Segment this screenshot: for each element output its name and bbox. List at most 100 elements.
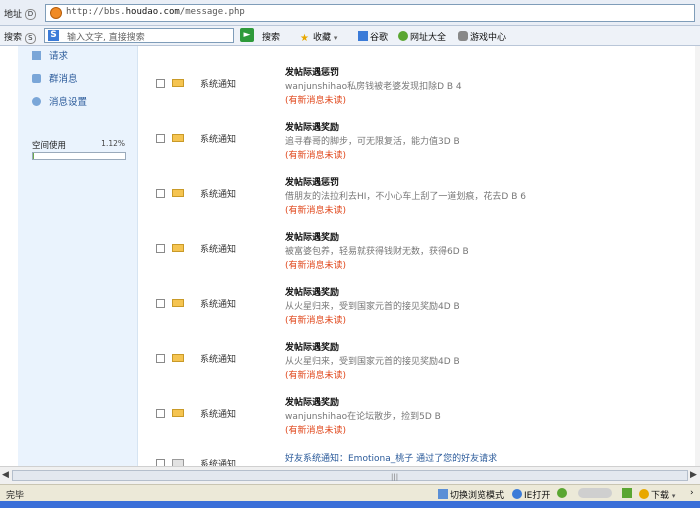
ie-icon [512,489,522,499]
games-link[interactable]: 游戏中心 [458,30,506,43]
message-title[interactable]: 发帖际遇惩罚 [285,175,339,188]
message-checkbox[interactable] [156,134,165,143]
message-type: 系统通知 [200,80,237,90]
sites-label: 网址大全 [410,33,447,43]
message-title[interactable]: 发帖际遇奖励 [285,395,339,408]
message-type: 系统通知 [200,245,237,255]
search-placeholder: 输入文字, 直接搜索 [67,33,145,43]
status-bar: 完毕 切换浏览模式 IE打开 下载 ▾ › [0,484,700,501]
toggle-switch-icon [578,488,612,498]
picture-icon [622,488,632,498]
search-label: 搜索 S [4,30,36,44]
security-icon[interactable] [557,488,569,500]
download-label: 下载 [651,491,670,501]
url-path: /message.php [179,7,245,17]
url-text[interactable]: http://bbs.houdao.com/message.php [66,7,245,17]
message-type: 系统通知 [200,300,237,310]
message-row: 系统通知 发帖际遇奖励 wanjunshihao在论坛散步，捡到5D B (有新… [138,398,700,456]
site-favicon-icon [50,7,62,19]
message-title[interactable]: 发帖际遇奖励 [285,230,339,243]
space-usage-bar [32,152,126,160]
favorites-label: 收藏 [313,33,332,43]
address-label-text: 地址 [4,10,23,20]
sidebar-item-message-settings[interactable]: 消息设置 [32,94,87,108]
message-body: 追寻春哥的脚步，可无限复活，能力值3D B [285,137,460,147]
address-label: 地址 D [4,7,36,20]
chat-icon [32,74,41,83]
more-icon[interactable]: › [690,488,694,498]
search-engine-icon: S [48,30,59,41]
toggle-icon[interactable] [578,488,614,500]
message-row: 系统通知 发帖际遇奖励 从火星归来，受到国家元首的接见奖励4D B (有新消息未… [138,343,700,401]
sidebar-item-group-messages[interactable]: 群消息 [32,71,78,85]
sidebar-item-requests[interactable]: 请求 [32,48,68,62]
search-input[interactable]: S 输入文字, 直接搜索 [44,28,234,43]
envelope-icon [172,409,184,417]
message-checkbox[interactable] [156,79,165,88]
browser-mode-icon [438,489,448,499]
sidebar-item-label: 请求 [49,51,69,62]
envelope-icon [172,134,184,142]
sites-link[interactable]: 网址大全 [398,30,446,43]
message-type: 系统通知 [200,460,237,466]
envelope-icon [172,189,184,197]
globe-icon [398,31,408,41]
google-label: 谷歌 [370,33,389,43]
envelope-icon [172,79,184,87]
document-icon [32,51,41,60]
url-domain: houdao.com [125,7,180,17]
message-body: wanjunshihao私房钱被老婆发现扣除D B 4 [285,82,462,92]
image-icon[interactable] [622,488,634,500]
scrollbar-grip-icon: ||| [391,473,399,481]
message-checkbox[interactable] [156,299,165,308]
download-button[interactable]: 下载 ▾ [639,488,675,501]
message-status: (有新消息未读) [285,316,347,326]
chevron-down-icon: ▾ [671,492,676,500]
google-icon [358,31,368,41]
message-body: 被富婆包养，轻易就获得钱财无数，获得6D B [285,247,469,257]
message-checkbox[interactable] [156,409,165,418]
message-checkbox[interactable] [156,354,165,363]
url-field[interactable]: http://bbs.houdao.com/message.php [45,4,695,22]
envelope-icon [172,354,184,362]
message-title[interactable]: 发帖际遇奖励 [285,285,339,298]
message-checkbox[interactable] [156,459,165,466]
space-usage-percent: 1.12% [101,139,125,148]
ie-open-label: IE打开 [524,491,551,501]
sidebar-item-label: 消息设置 [49,97,88,108]
globe-status-icon [557,488,567,498]
message-status: (有新消息未读) [285,371,347,381]
games-label: 游戏中心 [470,33,507,43]
download-icon [639,489,649,499]
message-status: (有新消息未读) [285,151,347,161]
message-title[interactable]: 发帖际遇奖励 [285,340,339,353]
open-envelope-icon [172,459,184,466]
horizontal-scrollbar[interactable]: ◀ ||| ▶ [0,466,700,484]
search-button[interactable]: 搜索 [262,30,280,43]
chevron-down-icon: ▾ [333,34,338,42]
envelope-icon [172,244,184,252]
sidebar: 请求 群消息 消息设置 空间使用 1.12% [18,46,138,466]
scrollbar-thumb[interactable]: ||| [12,470,688,481]
message-body: 借朋友的法拉利去HI，不小心车上刮了一道划痕，花去D B 6 [285,192,526,202]
message-checkbox[interactable] [156,244,165,253]
switch-mode-button[interactable]: 切换浏览模式 [438,488,504,501]
message-status: (有新消息未读) [285,206,347,216]
google-link[interactable]: 谷歌 [358,30,388,43]
space-usage-label: 空间使用 [32,141,67,151]
message-checkbox[interactable] [156,189,165,198]
search-go-icon[interactable]: ► [240,28,254,42]
url-prefix: http://bbs. [66,7,126,17]
message-title[interactable]: 发帖际遇奖励 [285,120,339,133]
vertical-scrollbar[interactable] [695,46,700,466]
gamepad-icon [458,31,468,41]
message-title[interactable]: 好友系统通知：Emotiona_桃子 通过了您的好友请求 [285,451,497,464]
favorites-button[interactable]: ★ 收藏 ▾ [300,30,337,44]
message-title[interactable]: 发帖际遇惩罚 [285,65,339,78]
status-text: 完毕 [6,491,25,501]
ie-open-button[interactable]: IE打开 [512,488,550,501]
message-body: 从火星归来，受到国家元首的接见奖励4D B [285,357,460,367]
address-bar: 地址 D http://bbs.houdao.com/message.php [0,0,700,26]
scroll-left-icon[interactable]: ◀ [2,470,9,480]
scroll-right-icon[interactable]: ▶ [690,470,697,480]
